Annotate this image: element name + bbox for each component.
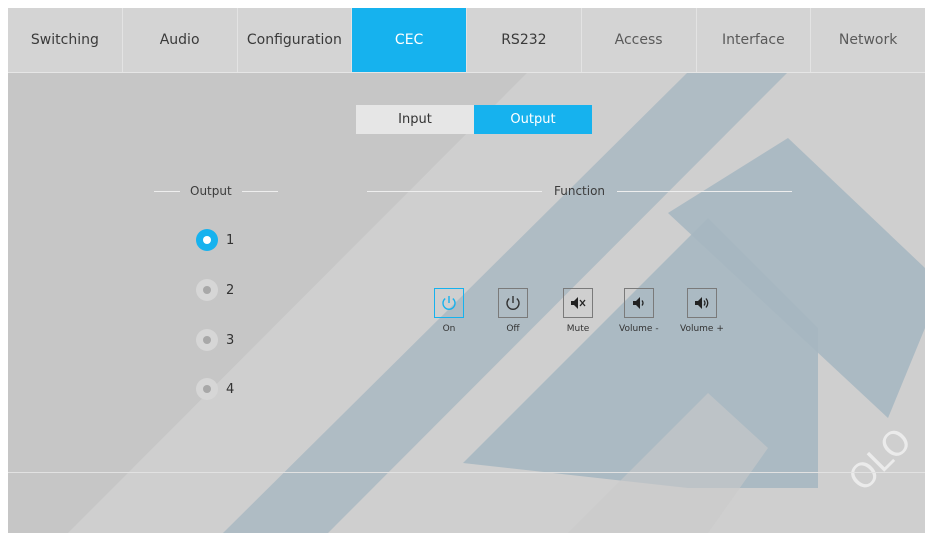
power-on-label: On [442, 324, 456, 334]
divider [367, 190, 542, 192]
volume-down-label: Volume - [619, 324, 659, 334]
output-option-1[interactable]: 1 [196, 229, 234, 251]
tab-rs232[interactable]: RS232 [467, 8, 582, 72]
output-section-header: Output [154, 184, 278, 198]
tab-access[interactable]: Access [582, 8, 697, 72]
output-option-label: 3 [226, 332, 235, 348]
output-toggle-button[interactable]: Output [474, 105, 592, 134]
tab-audio[interactable]: Audio [123, 8, 238, 72]
tab-configuration[interactable]: Configuration [238, 8, 353, 72]
speaker-mute-icon[interactable] [563, 288, 593, 318]
background-watermark: OLO [8, 72, 925, 533]
radio-button[interactable] [196, 329, 218, 351]
radio-button[interactable] [196, 229, 218, 251]
function-section-header: Function [367, 184, 793, 198]
radio-button[interactable] [196, 378, 218, 400]
input-output-toggle: Input Output [356, 105, 592, 134]
divider [241, 190, 278, 192]
tab-interface[interactable]: Interface [697, 8, 812, 72]
output-option-label: 2 [226, 282, 235, 298]
input-toggle-button[interactable]: Input [356, 105, 474, 134]
divider [154, 190, 180, 192]
mute-button[interactable]: Mute [563, 288, 593, 334]
output-option-2[interactable]: 2 [196, 279, 234, 301]
output-option-label: 4 [226, 381, 235, 397]
volume-up-button[interactable]: Volume + [680, 288, 724, 334]
output-option-4[interactable]: 4 [196, 378, 234, 400]
function-section-title: Function [554, 184, 606, 198]
power-icon[interactable] [434, 288, 464, 318]
power-icon[interactable] [498, 288, 528, 318]
volume-up-icon[interactable] [686, 288, 717, 318]
top-nav: Switching Audio Configuration CEC RS232 … [8, 8, 925, 73]
tab-switching[interactable]: Switching [8, 8, 123, 72]
power-off-button[interactable]: Off [498, 288, 528, 334]
volume-down-button[interactable]: Volume - [619, 288, 659, 334]
power-off-label: Off [506, 324, 520, 334]
mute-label: Mute [566, 324, 590, 334]
power-on-button[interactable]: On [434, 288, 464, 334]
tab-network[interactable]: Network [811, 8, 925, 72]
cec-panel: OLO Switching Audio Configuration CEC RS… [8, 8, 925, 533]
divider [617, 190, 793, 192]
output-option-3[interactable]: 3 [196, 329, 234, 351]
output-section-title: Output [190, 184, 232, 198]
volume-up-label: Volume + [680, 324, 724, 334]
footer-divider [8, 472, 925, 473]
tab-cec[interactable]: CEC [352, 8, 467, 72]
output-option-label: 1 [226, 232, 235, 248]
radio-button[interactable] [196, 279, 218, 301]
volume-down-icon[interactable] [623, 288, 654, 318]
